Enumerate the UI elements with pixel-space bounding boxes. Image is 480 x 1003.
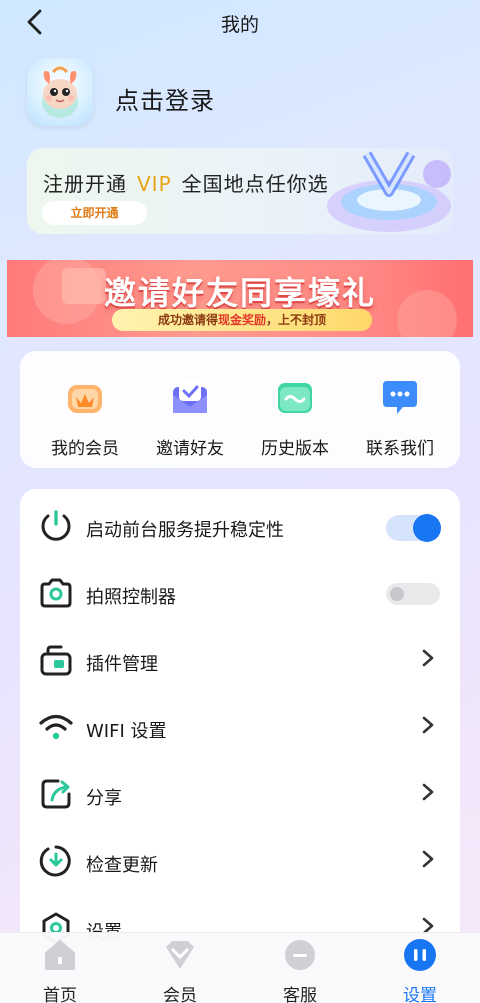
- setting-label: 分享: [86, 788, 122, 809]
- nav-label: 客服: [283, 986, 317, 1003]
- vip-banner[interactable]: 注册开通 VIP 全国地点任你选 立即开通: [27, 148, 453, 234]
- vip-label: VIP: [137, 172, 172, 196]
- login-link[interactable]: 点击登录: [115, 81, 215, 116]
- chevron-right-icon: [422, 649, 434, 667]
- avatar[interactable]: [27, 58, 93, 126]
- share-icon: [41, 779, 71, 809]
- vip-suffix: 全国地点任你选: [181, 172, 329, 196]
- plugin-icon: [40, 645, 72, 676]
- history-card-icon: [278, 383, 312, 413]
- quick-label: 邀请好友: [156, 439, 224, 459]
- power-icon: [41, 510, 71, 541]
- quick-label: 历史版本: [261, 439, 329, 459]
- setting-row-check-update[interactable]: 检查更新: [20, 826, 460, 893]
- nav-label: 首页: [43, 986, 77, 1003]
- chat-bubble-icon: [383, 381, 417, 414]
- chevron-right-icon: [422, 716, 434, 734]
- nav-tab-member[interactable]: 会员: [120, 933, 240, 1003]
- camera-icon: [40, 578, 72, 608]
- dragon-avatar-icon: [42, 66, 78, 118]
- chevron-right-icon: [422, 783, 434, 801]
- quick-label: 联系我们: [366, 439, 434, 459]
- member-icon: [166, 941, 194, 969]
- toggle-knob: [390, 587, 404, 601]
- quick-label: 我的会员: [51, 439, 119, 459]
- invite-banner[interactable]: 邀请好友同享壕礼 成功邀请得现金奖励，上不封顶: [7, 260, 473, 337]
- foreground-service-toggle[interactable]: [386, 514, 441, 542]
- setting-row-foreground-service[interactable]: 启动前台服务提升稳定性: [20, 491, 460, 558]
- setting-row-plugins[interactable]: 插件管理: [20, 625, 460, 692]
- quick-item-member[interactable]: 我的会员: [30, 351, 140, 468]
- vip-banner-text: 注册开通 VIP 全国地点任你选: [43, 168, 329, 197]
- camera-controller-toggle[interactable]: [386, 583, 440, 605]
- header: 我的: [0, 0, 480, 44]
- wifi-icon: [39, 714, 73, 740]
- vip-prefix: 注册开通: [43, 172, 127, 196]
- home-icon: [45, 940, 75, 970]
- nav-label: 会员: [163, 986, 197, 1003]
- setting-row-wifi[interactable]: WIFI 设置: [20, 692, 460, 759]
- quick-item-contact[interactable]: 联系我们: [345, 351, 455, 468]
- invite-sub-after: ，上不封顶: [266, 313, 327, 327]
- quick-actions-card: 我的会员 邀请好友 历史版本 联系我们: [20, 351, 460, 468]
- setting-label: WIFI 设置: [86, 721, 167, 742]
- vip-decoration-icon: [327, 151, 451, 232]
- setting-row-share[interactable]: 分享: [20, 759, 460, 826]
- envelope-check-icon: [173, 381, 207, 413]
- settings-tab-icon: [404, 939, 436, 971]
- vip-open-button[interactable]: 立即开通: [42, 201, 147, 225]
- service-icon: [285, 940, 315, 970]
- invite-sub-highlight: 现金奖励: [217, 313, 266, 327]
- update-icon: [39, 845, 71, 877]
- invite-subtitle: 成功邀请得现金奖励，上不封顶: [112, 309, 372, 331]
- nav-tab-home[interactable]: 首页: [0, 933, 120, 1003]
- nav-label: 设置: [403, 986, 437, 1003]
- quick-item-invite[interactable]: 邀请好友: [135, 351, 245, 468]
- setting-label: 启动前台服务提升稳定性: [86, 520, 284, 541]
- setting-label: 检查更新: [86, 855, 158, 876]
- nav-tab-service[interactable]: 客服: [240, 933, 360, 1003]
- setting-label: 拍照控制器: [86, 587, 176, 608]
- settings-list: 启动前台服务提升稳定性 拍照控制器 插件管理 WIFI 设置 分享 检查更新: [20, 489, 460, 959]
- crown-icon: [68, 385, 102, 413]
- nav-tab-settings[interactable]: 设置: [360, 933, 480, 1003]
- quick-item-history[interactable]: 历史版本: [240, 351, 350, 468]
- toggle-knob: [413, 514, 441, 542]
- setting-label: 插件管理: [86, 654, 158, 675]
- bottom-nav: 首页 会员 客服 设置: [0, 932, 480, 1003]
- page-title: 我的: [220, 14, 259, 36]
- invite-title: 邀请好友同享壕礼: [103, 274, 376, 312]
- invite-sub-before: 成功邀请得: [157, 313, 218, 327]
- chevron-right-icon: [422, 850, 434, 868]
